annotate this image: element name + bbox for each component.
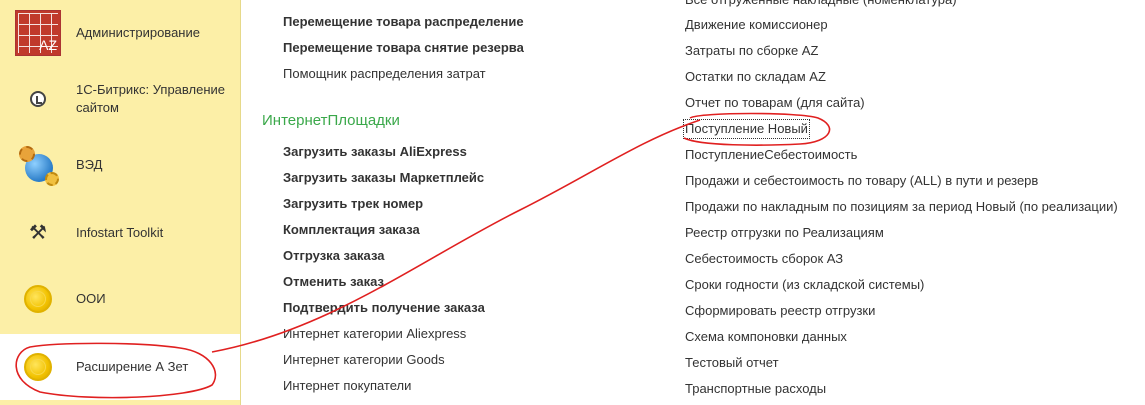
tools-icon: ⚒ (29, 222, 47, 244)
report-link[interactable]: Затраты по сборке AZ (685, 43, 818, 59)
coin-icon (14, 343, 62, 391)
command-link[interactable]: Интернет категории Aliexpress (283, 326, 466, 342)
report-link[interactable]: Сроки годности (из складской системы) (685, 277, 924, 293)
globe-gears-icon (14, 141, 62, 189)
report-link[interactable]: Остатки по складам AZ (685, 69, 826, 85)
report-link[interactable]: Сформировать реестр отгрузки (685, 303, 875, 319)
report-link-focused[interactable]: Поступление Новый (683, 119, 810, 139)
command-link[interactable]: Помощник распределения затрат (283, 66, 486, 82)
sidebar-item-ved[interactable]: ВЭД (0, 132, 240, 198)
report-link[interactable]: Схема компоновки данных (685, 329, 847, 345)
report-link[interactable]: Реестр отгрузки по Реализациям (685, 225, 884, 241)
sidebar: AZ Администрирование 1С-Битрикс: Управле… (0, 0, 241, 405)
report-link[interactable]: Себестоимость сборок АЗ (685, 251, 843, 267)
sidebar-item-infostart-toolkit[interactable]: ⚒ Infostart Toolkit (0, 200, 240, 266)
report-link[interactable]: Транспортные расходы (685, 381, 826, 397)
command-link[interactable]: Комплектация заказа (283, 222, 420, 238)
command-link[interactable]: Интернет покупатели (283, 378, 411, 394)
report-link[interactable]: ПоступлениеСебестоимость (685, 147, 857, 163)
command-link[interactable]: Перемещение товара снятие резерва (283, 40, 524, 56)
command-link[interactable]: Перемещение товара распределение (283, 14, 524, 30)
command-link[interactable]: Подтвердить получение заказа (283, 300, 485, 316)
report-link[interactable]: Движение комиссионер (685, 17, 828, 33)
sidebar-item-label: Расширение А Зет (76, 359, 189, 374)
sidebar-item-azet-extension[interactable]: Расширение А Зет (0, 334, 240, 400)
section-title-internet-platforms: ИнтернетПлощадки (262, 112, 400, 129)
sidebar-item-administration[interactable]: AZ Администрирование (0, 0, 240, 66)
sidebar-item-label: 1С-Битрикс: Управление сайтом (76, 82, 226, 115)
command-link[interactable]: Загрузить заказы Маркетплейс (283, 170, 484, 186)
command-link[interactable]: Отменить заказ (283, 274, 384, 290)
command-link[interactable]: Отгрузка заказа (283, 248, 384, 264)
az-logo-icon: AZ (14, 9, 62, 57)
sidebar-item-label: ВЭД (76, 157, 103, 172)
sidebar-item-ooi[interactable]: ООИ (0, 266, 240, 332)
report-link[interactable]: Отчет по товарам (для сайта) (685, 95, 865, 111)
coin-icon (14, 275, 62, 323)
report-link[interactable]: Все отгруженные накладные (номенклатура) (685, 0, 957, 8)
bitrix-icon (14, 75, 62, 123)
command-link[interactable]: Загрузить трек номер (283, 196, 423, 212)
report-link[interactable]: Продажи по накладным по позициям за пери… (685, 199, 1118, 215)
report-link[interactable]: Тестовый отчет (685, 355, 779, 371)
command-link[interactable]: Загрузить заказы AliExpress (283, 144, 467, 160)
report-link[interactable]: Продажи и себестоимость по товару (ALL) … (685, 173, 1038, 189)
command-link[interactable]: Интернет категории Goods (283, 352, 445, 368)
sidebar-item-label: Infostart Toolkit (76, 225, 164, 240)
sidebar-item-bitrix[interactable]: 1С-Битрикс: Управление сайтом (0, 66, 240, 132)
sidebar-item-label: ООИ (76, 291, 106, 306)
sidebar-item-label: Администрирование (76, 25, 200, 40)
